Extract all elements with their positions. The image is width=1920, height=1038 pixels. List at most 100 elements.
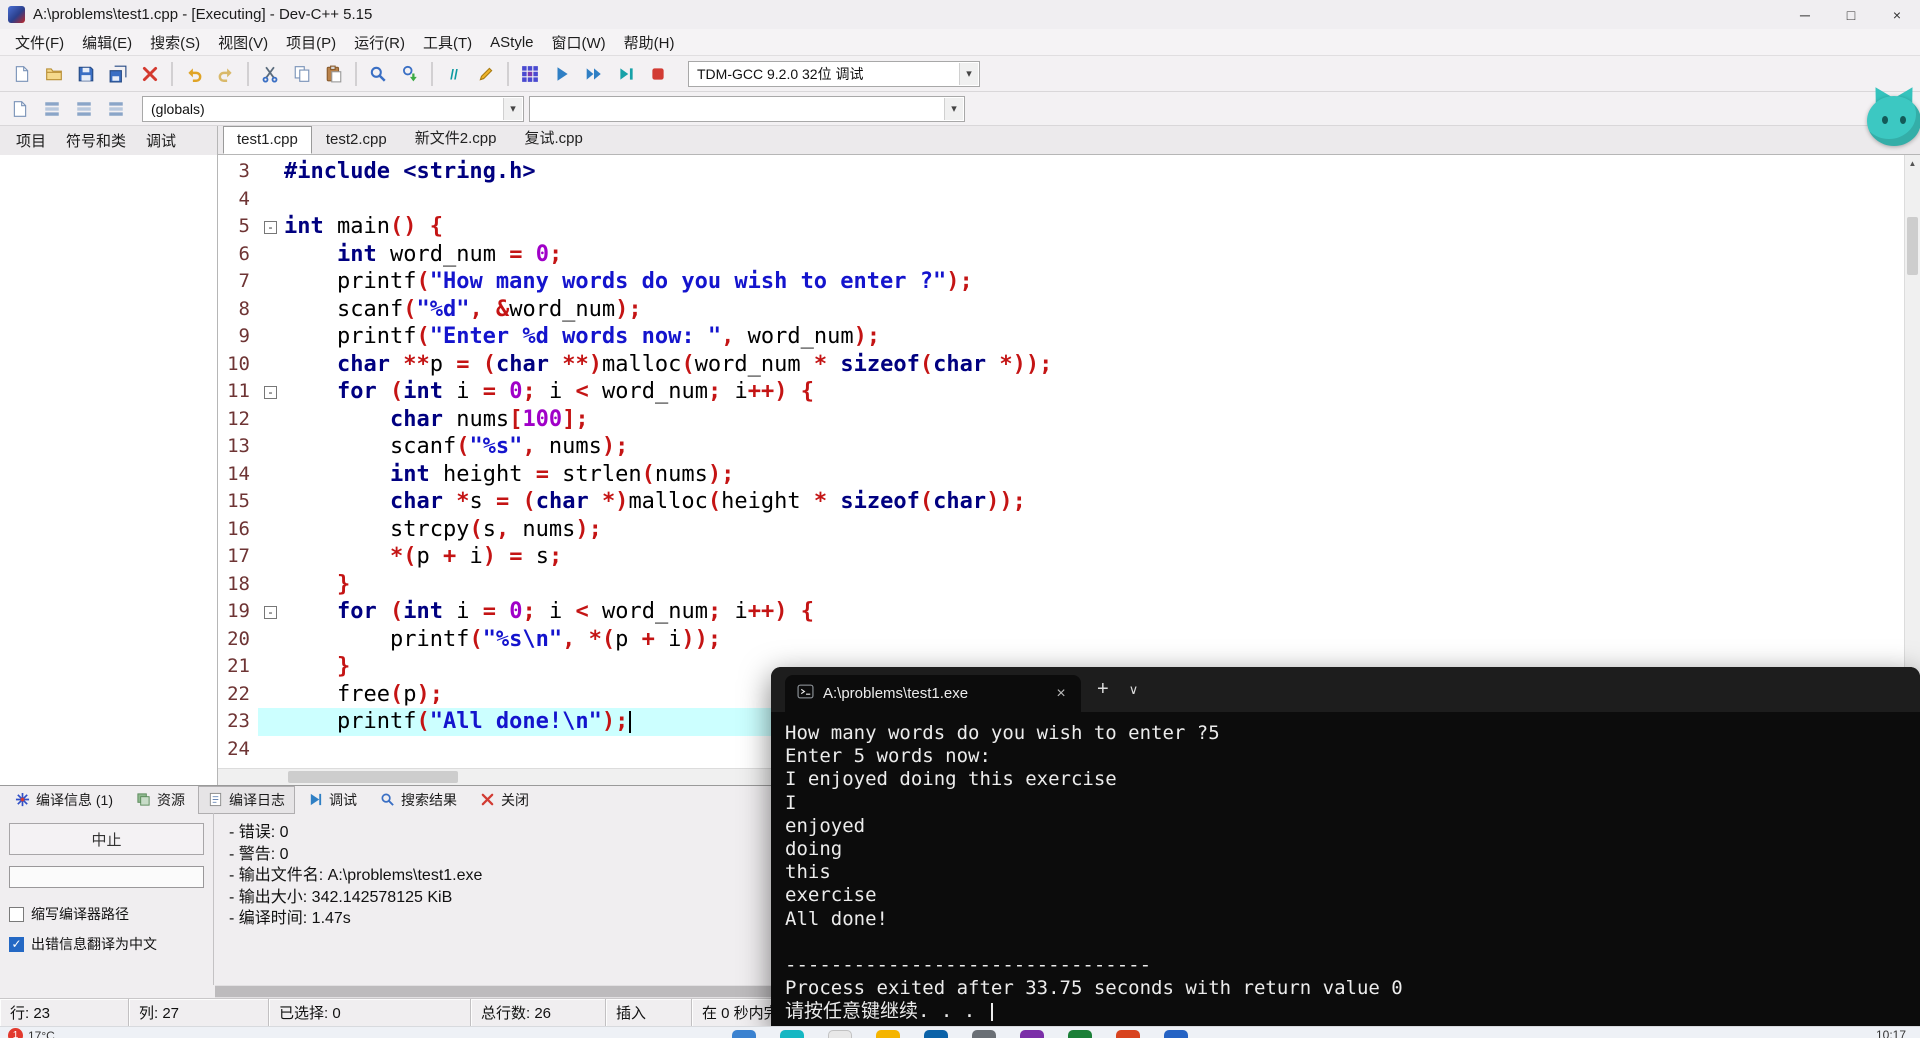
taskbar-app-icon[interactable] (780, 1030, 804, 1038)
close-file-button[interactable] (134, 60, 166, 88)
compiler-select[interactable]: TDM-GCC 9.2.0 32位 调试 ▾ (688, 60, 980, 87)
taskbar-app-icon[interactable] (828, 1030, 852, 1038)
editor-tab[interactable]: 新文件2.cpp (401, 122, 511, 154)
abort-button[interactable]: 中止 (9, 823, 204, 855)
insert-list-button-2[interactable] (68, 95, 100, 123)
log-tab-log[interactable]: 编译日志 (198, 785, 295, 814)
new-tab-button[interactable]: + (1097, 678, 1109, 701)
log-tab-close[interactable]: 关闭 (470, 786, 539, 814)
close-button[interactable]: × (1874, 0, 1920, 29)
insert-list-button-3[interactable] (100, 95, 132, 123)
find-button[interactable] (362, 60, 394, 88)
menu-item[interactable]: 文件(F) (6, 29, 73, 55)
editor-tab[interactable]: test1.cpp (223, 126, 312, 154)
scrollbar-thumb[interactable] (1907, 217, 1918, 275)
open-file-button[interactable] (38, 60, 70, 88)
new-template-button[interactable] (4, 95, 36, 123)
members-select[interactable]: ▾ (529, 95, 965, 122)
comment-button[interactable]: // (438, 60, 470, 88)
taskbar-app-icon[interactable] (972, 1030, 996, 1038)
editor-line[interactable]: 15 char *s = (char *)malloc(height * siz… (218, 488, 1920, 516)
tab-dropdown-button[interactable]: ∨ (1129, 682, 1139, 698)
log-tab-debug[interactable]: 调试 (298, 786, 367, 814)
taskbar-app-icon[interactable] (1068, 1030, 1092, 1038)
editor-line[interactable]: 16 strcpy(s, nums); (218, 515, 1920, 543)
sidebar-tab[interactable]: 符号和类 (56, 126, 136, 155)
run-button[interactable] (546, 60, 578, 88)
editor-line[interactable]: 9 printf("Enter %d words now: ", word_nu… (218, 323, 1920, 351)
checkbox-unchecked-icon[interactable] (9, 906, 24, 922)
taskbar-weather-widget[interactable]: 1 17°C (8, 1028, 55, 1038)
checkbox-row[interactable]: ✓ 出错信息翻译为中文 (9, 934, 204, 954)
compile-button[interactable] (514, 60, 546, 88)
maximize-button[interactable]: □ (1828, 0, 1874, 29)
editor-line[interactable]: 3 #include <string.h> (218, 158, 1920, 186)
log-tab-search[interactable]: 搜索结果 (370, 786, 467, 814)
compile-and-run-button[interactable] (578, 60, 610, 88)
taskbar-clock[interactable]: 10:17 (1876, 1028, 1906, 1038)
terminal-tab-bar[interactable]: A:\problems\test1.exe × + ∨ (771, 667, 1920, 712)
editor-line[interactable]: 19- for (int i = 0; i < word_num; i++) { (218, 598, 1920, 626)
menu-item[interactable]: 窗口(W) (543, 29, 615, 55)
fold-toggle-icon[interactable]: - (264, 386, 277, 399)
menu-item[interactable]: AStyle (481, 29, 542, 55)
taskbar-app-icon[interactable] (876, 1030, 900, 1038)
tab-close-icon[interactable]: × (1049, 682, 1073, 706)
editor-line[interactable]: 12 char nums[100]; (218, 405, 1920, 433)
paste-button[interactable] (318, 60, 350, 88)
taskbar-app-icon[interactable] (924, 1030, 948, 1038)
taskbar-app-icon[interactable] (732, 1030, 756, 1038)
log-tab-resource[interactable]: 资源 (126, 786, 195, 814)
editor-line[interactable]: 13 scanf("%s", nums); (218, 433, 1920, 461)
copy-button[interactable] (286, 60, 318, 88)
terminal-output[interactable]: How many words do you wish to enter ?5 En… (771, 712, 1920, 1026)
editor-line[interactable]: 5- int main() { (218, 213, 1920, 241)
editor-tab[interactable]: test2.cpp (312, 126, 401, 154)
editor-line[interactable]: 4 (218, 185, 1920, 213)
sidebar-tab[interactable]: 调试 (136, 126, 186, 155)
uncomment-button[interactable] (470, 60, 502, 88)
stop-execution-button[interactable] (642, 60, 674, 88)
log-tab-asterisk[interactable]: 编译信息 (1) (5, 786, 123, 814)
menu-item[interactable]: 工具(T) (414, 29, 481, 55)
editor-tab[interactable]: 复试.cpp (510, 122, 596, 154)
rerun-button[interactable] (610, 60, 642, 88)
taskbar-app-icon[interactable] (1020, 1030, 1044, 1038)
editor-line[interactable]: 20 printf("%s\n", *(p + i)); (218, 625, 1920, 653)
taskbar-app-icon[interactable] (1116, 1030, 1140, 1038)
save-all-button[interactable] (102, 60, 134, 88)
editor-line[interactable]: 17 *(p + i) = s; (218, 543, 1920, 571)
editor-line[interactable]: 7 printf("How many words do you wish to … (218, 268, 1920, 296)
editor-line[interactable]: 11- for (int i = 0; i < word_num; i++) { (218, 378, 1920, 406)
sidebar-tab[interactable]: 项目 (6, 126, 56, 155)
taskbar-app-icon[interactable] (1164, 1030, 1188, 1038)
save-button[interactable] (70, 60, 102, 88)
checkbox-checked-icon[interactable]: ✓ (9, 936, 24, 952)
menu-item[interactable]: 编辑(E) (73, 29, 141, 55)
redo-button[interactable] (210, 60, 242, 88)
menu-item[interactable]: 运行(R) (345, 29, 414, 55)
editor-line[interactable]: 14 int height = strlen(nums); (218, 460, 1920, 488)
project-tree-panel[interactable] (0, 155, 217, 785)
scroll-up-icon[interactable]: ▲ (1905, 155, 1920, 171)
fold-toggle-icon[interactable]: - (264, 221, 277, 234)
editor-line[interactable]: 18 } (218, 570, 1920, 598)
editor-line[interactable]: 8 scanf("%d", &word_num); (218, 295, 1920, 323)
new-file-button[interactable] (6, 60, 38, 88)
insert-list-button-1[interactable] (36, 95, 68, 123)
fold-toggle-icon[interactable]: - (264, 606, 277, 619)
editor-line[interactable]: 6 int word_num = 0; (218, 240, 1920, 268)
menu-item[interactable]: 搜索(S) (141, 29, 209, 55)
editor-line[interactable]: 10 char **p = (char **)malloc(word_num *… (218, 350, 1920, 378)
menu-item[interactable]: 视图(V) (209, 29, 277, 55)
scrollbar-thumb[interactable] (288, 771, 458, 783)
checkbox-row[interactable]: 缩写编译器路径 (9, 904, 204, 924)
menu-item[interactable]: 项目(P) (277, 29, 345, 55)
cut-button[interactable] (254, 60, 286, 88)
minimize-button[interactable]: ─ (1782, 0, 1828, 29)
menu-item[interactable]: 帮助(H) (615, 29, 684, 55)
undo-button[interactable] (178, 60, 210, 88)
terminal-tab[interactable]: A:\problems\test1.exe × (785, 675, 1081, 712)
globals-select[interactable]: (globals) ▾ (142, 95, 524, 122)
replace-button[interactable] (394, 60, 426, 88)
